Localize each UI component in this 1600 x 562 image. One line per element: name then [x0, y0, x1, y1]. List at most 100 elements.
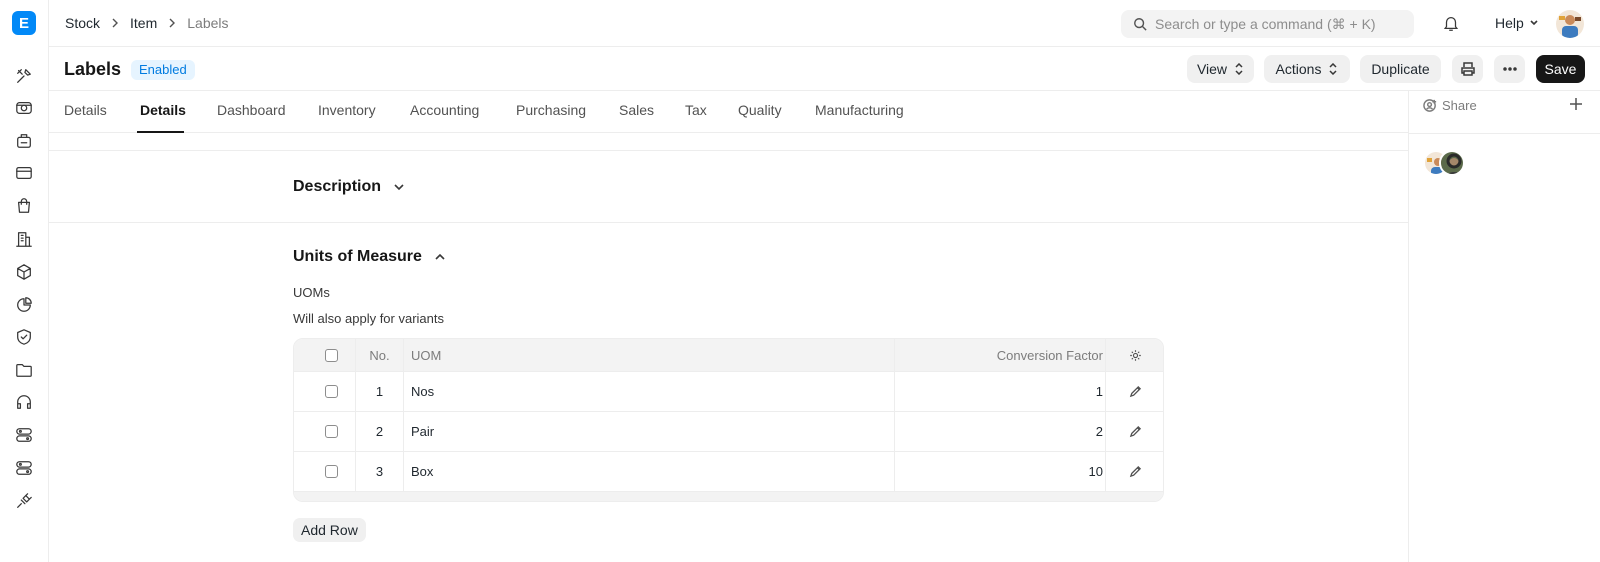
page-header: Labels Enabled View Actions Duplicate Sa… — [49, 47, 1600, 91]
server-icon[interactable] — [14, 458, 34, 478]
row-no: 3 — [375, 464, 384, 479]
more-horizontal-icon — [1502, 67, 1517, 71]
pencil-icon — [1129, 385, 1141, 398]
chevron-up-icon — [435, 253, 445, 260]
gear-icon — [1129, 349, 1141, 361]
edit-row-button[interactable] — [1106, 452, 1163, 491]
package-icon[interactable] — [14, 262, 34, 282]
tab-details-active[interactable]: Details — [140, 102, 186, 118]
uom-section-title: Units of Measure — [293, 248, 422, 265]
tab-purchasing[interactable]: Purchasing — [516, 102, 586, 118]
shield-check-icon[interactable] — [14, 327, 34, 347]
chevron-updown-icon — [1329, 63, 1337, 75]
pencil-icon — [1129, 465, 1141, 478]
help-label: Help — [1495, 15, 1524, 31]
breadcrumb-stock[interactable]: Stock — [65, 15, 100, 31]
tab-dashboard[interactable]: Dashboard — [217, 102, 286, 118]
add-share-plus-icon[interactable] — [1569, 97, 1585, 113]
folder-icon[interactable] — [14, 360, 34, 380]
camera-icon[interactable] — [14, 98, 34, 118]
shopping-bag-icon[interactable] — [14, 196, 34, 216]
share-button[interactable]: Share — [1423, 98, 1477, 113]
tab-manufacturing[interactable]: Manufacturing — [815, 102, 904, 118]
row-conversion-factor[interactable]: 1 — [895, 372, 1103, 411]
table-row[interactable]: 2 Pair 2 — [294, 411, 1163, 451]
table-row[interactable]: 3 Box 10 — [294, 451, 1163, 491]
plug-icon[interactable] — [14, 491, 34, 511]
printer-box-icon[interactable] — [14, 131, 34, 151]
row-checkbox[interactable] — [325, 452, 338, 491]
search-bar[interactable] — [1121, 10, 1414, 38]
row-uom[interactable]: Box — [411, 452, 433, 491]
row-conversion-factor[interactable]: 10 — [895, 452, 1103, 491]
save-button[interactable]: Save — [1536, 55, 1585, 83]
description-section-title: Description — [293, 178, 382, 195]
edit-row-button[interactable] — [1106, 372, 1163, 411]
tab-inventory[interactable]: Inventory — [318, 102, 376, 118]
edit-row-button[interactable] — [1106, 412, 1163, 451]
breadcrumb-current[interactable]: Labels — [187, 15, 228, 31]
server-icon[interactable] — [14, 425, 34, 445]
page-title: Labels — [64, 59, 122, 79]
save-button-label: Save — [1544, 61, 1577, 77]
chevron-updown-icon — [1235, 63, 1243, 75]
search-input[interactable] — [1155, 16, 1395, 32]
user-avatar[interactable] — [1556, 10, 1584, 38]
row-checkbox[interactable] — [325, 372, 338, 411]
pie-chart-icon[interactable] — [14, 295, 34, 315]
form-tabs: Details Details Dashboard Inventory Acco… — [49, 91, 1408, 133]
tab-details[interactable]: Details — [64, 102, 107, 118]
help-dropdown[interactable]: Help — [1495, 15, 1539, 31]
tab-tax[interactable]: Tax — [685, 102, 707, 118]
actions-button-label: Actions — [1275, 61, 1322, 77]
notification-bell-icon[interactable] — [1442, 14, 1460, 32]
duplicate-button[interactable]: Duplicate — [1360, 55, 1441, 83]
duplicate-button-label: Duplicate — [1371, 61, 1430, 77]
tools-icon[interactable] — [14, 66, 34, 86]
right-sidebar: Share — [1408, 91, 1600, 562]
column-settings-button[interactable] — [1106, 339, 1163, 371]
more-options-button[interactable] — [1494, 55, 1525, 83]
table-header: No. UOM Conversion Factor — [294, 339, 1163, 371]
uoms-field-label: UOMs — [293, 285, 330, 300]
divider — [49, 150, 1408, 151]
chevron-down-icon — [394, 184, 404, 191]
col-factor-header: Conversion Factor — [996, 347, 1103, 363]
building-icon[interactable] — [14, 229, 34, 249]
uom-section-header[interactable]: Units of Measure — [293, 248, 446, 266]
top-navbar: Stock Item Labels Help — [49, 0, 1600, 47]
description-section-header[interactable]: Description — [293, 178, 405, 196]
add-row-button[interactable]: Add Row — [293, 518, 366, 542]
row-uom[interactable]: Pair — [411, 412, 434, 451]
tab-sales[interactable]: Sales — [619, 102, 654, 118]
tab-quality[interactable]: Quality — [738, 102, 782, 118]
shared-user-avatar[interactable] — [1439, 150, 1465, 176]
view-button[interactable]: View — [1187, 55, 1254, 83]
headset-icon[interactable] — [14, 392, 34, 412]
active-tab-indicator — [137, 131, 184, 133]
row-no: 2 — [375, 424, 384, 439]
chevron-down-icon — [1530, 20, 1538, 26]
search-icon — [1134, 18, 1147, 31]
card-icon[interactable] — [14, 163, 34, 183]
table-row[interactable]: 1 Nos 1 — [294, 371, 1163, 411]
breadcrumb: Stock Item Labels — [65, 15, 229, 31]
print-button[interactable] — [1452, 55, 1483, 83]
share-user-icon — [1423, 99, 1437, 112]
row-checkbox[interactable] — [325, 412, 338, 451]
app-sidebar: E — [0, 0, 49, 562]
uom-table: No. UOM Conversion Factor 1 Nos 1 2 Pair… — [293, 338, 1164, 502]
tab-accounting[interactable]: Accounting — [410, 102, 479, 118]
breadcrumb-item[interactable]: Item — [130, 15, 157, 31]
actions-button[interactable]: Actions — [1264, 55, 1350, 83]
row-uom[interactable]: Nos — [411, 372, 434, 411]
row-conversion-factor[interactable]: 2 — [895, 412, 1103, 451]
uoms-field-description: Will also apply for variants — [293, 311, 444, 326]
row-no: 1 — [375, 384, 384, 399]
printer-icon — [1460, 62, 1475, 76]
pencil-icon — [1129, 425, 1141, 438]
col-uom-header: UOM — [411, 347, 442, 363]
divider — [1409, 133, 1600, 134]
select-all-checkbox[interactable] — [325, 339, 338, 371]
app-logo[interactable]: E — [12, 11, 36, 35]
